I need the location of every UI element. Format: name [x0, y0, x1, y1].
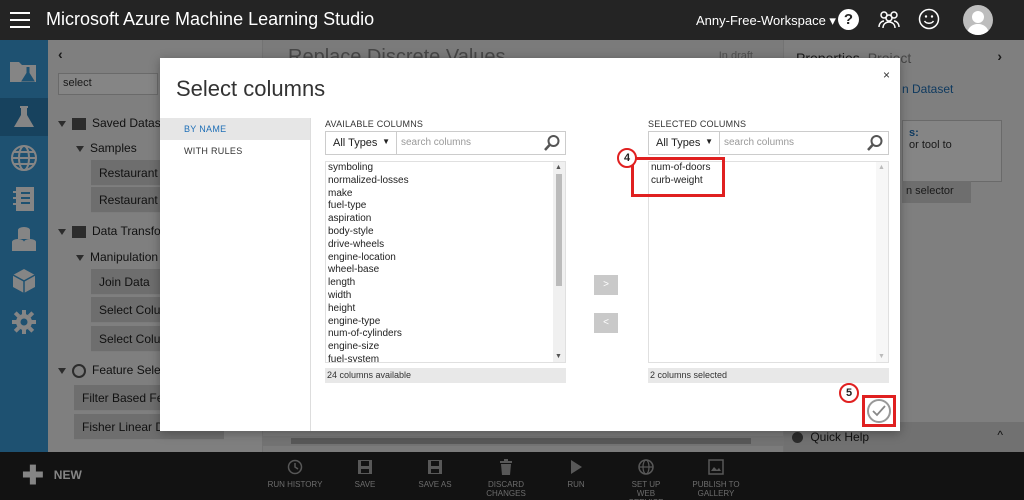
annotation-number-5: 5	[839, 383, 859, 403]
list-item[interactable]: engine-size	[326, 341, 565, 354]
selected-list-scrollbar[interactable]: ▲ ▼	[876, 162, 888, 362]
available-columns-heading: AVAILABLE COLUMNS	[325, 119, 424, 129]
annotation-highlight-4	[631, 157, 725, 197]
dialog-main: AVAILABLE COLUMNS All Types ▼ search colu…	[310, 118, 900, 431]
available-columns-panel: AVAILABLE COLUMNS All Types ▼ search colu…	[325, 118, 566, 388]
available-list-scrollbar[interactable]: ▲ ▼	[553, 162, 565, 362]
tab-by-name[interactable]: BY NAME	[160, 118, 310, 140]
caret-down-icon: ▼	[705, 137, 713, 146]
selected-columns-heading: SELECTED COLUMNS	[648, 119, 747, 129]
scroll-down-icon: ▼	[555, 353, 562, 360]
help-icon[interactable]: ?	[838, 9, 859, 30]
selected-filter: All Types ▼ search columns	[648, 131, 889, 155]
close-icon[interactable]: ×	[883, 68, 890, 82]
list-item[interactable]: height	[326, 303, 565, 316]
available-columns-list: symboling normalized-losses make fuel-ty…	[325, 161, 566, 363]
search-icon[interactable]	[866, 134, 884, 155]
selected-count: 2 columns selected	[648, 368, 889, 383]
list-item[interactable]: fuel-type	[326, 200, 565, 213]
user-avatar[interactable]	[963, 5, 993, 35]
remove-column-button[interactable]: <	[594, 313, 618, 333]
hamburger-menu-icon[interactable]	[10, 12, 30, 28]
top-bar: Microsoft Azure Machine Learning Studio …	[0, 0, 1024, 40]
list-item[interactable]: engine-location	[326, 252, 565, 265]
list-item[interactable]: engine-type	[326, 316, 565, 329]
caret-down-icon: ▼	[382, 137, 390, 146]
selected-type-select[interactable]: All Types ▼	[649, 132, 720, 154]
list-item[interactable]: body-style	[326, 226, 565, 239]
community-icon[interactable]	[878, 9, 900, 32]
list-item[interactable]: num-of-cylinders	[326, 328, 565, 341]
list-item[interactable]: fuel-system	[326, 354, 565, 362]
checkmark-icon	[872, 405, 886, 417]
available-filter: All Types ▼ search columns	[325, 131, 566, 155]
annotation-number-4: 4	[617, 148, 637, 168]
available-search-input[interactable]: search columns	[401, 137, 471, 148]
workspace-selector[interactable]: Anny-Free-Workspace ▾	[696, 13, 836, 29]
dialog-mode-tabs: BY NAME WITH RULES	[160, 118, 310, 431]
search-icon[interactable]	[543, 134, 561, 155]
list-item[interactable]: symboling	[326, 162, 565, 175]
available-type-select[interactable]: All Types ▼	[326, 132, 397, 154]
add-column-button[interactable]: >	[594, 275, 618, 295]
list-item[interactable]: normalized-losses	[326, 175, 565, 188]
list-item[interactable]: make	[326, 188, 565, 201]
feedback-smiley-icon[interactable]	[918, 8, 940, 33]
scroll-up-icon: ▲	[555, 164, 562, 171]
list-item[interactable]: wheel-base	[326, 264, 565, 277]
select-columns-dialog: Select columns × BY NAME WITH RULES AVAI…	[160, 58, 900, 431]
confirm-check-button[interactable]	[867, 399, 891, 423]
scroll-up-icon: ▲	[878, 164, 885, 171]
tab-with-rules[interactable]: WITH RULES	[160, 140, 310, 162]
selected-search-input[interactable]: search columns	[724, 137, 794, 148]
available-count: 24 columns available	[325, 368, 566, 383]
scroll-down-icon: ▼	[878, 353, 885, 360]
app-title: Microsoft Azure Machine Learning Studio	[46, 9, 375, 29]
dialog-title: Select columns	[176, 76, 326, 101]
list-item[interactable]: drive-wheels	[326, 239, 565, 252]
list-item[interactable]: width	[326, 290, 565, 303]
list-item[interactable]: length	[326, 277, 565, 290]
list-item[interactable]: aspiration	[326, 213, 565, 226]
